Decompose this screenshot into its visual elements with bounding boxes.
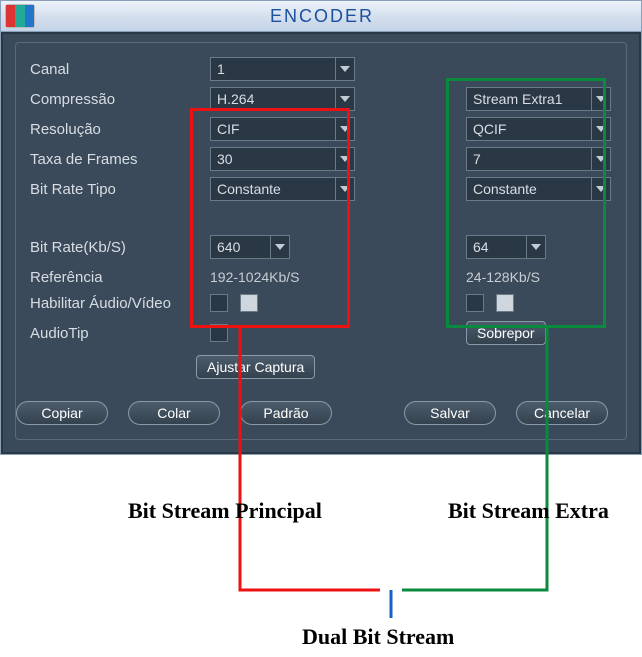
annot-extra: Bit Stream Extra	[448, 498, 609, 524]
chk-video-main[interactable]	[210, 294, 228, 312]
annot-dual: Dual Bit Stream	[302, 624, 454, 650]
select-fps-main-value: 30	[217, 151, 233, 167]
ref-extra: 24-128Kb/S	[466, 269, 540, 285]
chevron-down-icon	[335, 58, 354, 80]
select-resolucao-extra[interactable]: QCIF	[466, 117, 611, 141]
select-fps-extra-value: 7	[473, 151, 481, 167]
chk-audiotip[interactable]	[210, 324, 228, 342]
select-bitrate-extra[interactable]: 64	[466, 235, 546, 259]
select-resolucao-extra-value: QCIF	[473, 121, 506, 137]
select-fps-main[interactable]: 30	[210, 147, 355, 171]
select-bitrate-main[interactable]: 640	[210, 235, 290, 259]
select-bitrate-extra-value: 64	[473, 239, 489, 255]
select-brtype-main-value: Constante	[217, 181, 281, 197]
chevron-down-icon	[591, 178, 610, 200]
select-canal[interactable]: 1	[210, 57, 355, 81]
chk-audio-main[interactable]	[240, 294, 258, 312]
select-compressao[interactable]: H.264	[210, 87, 355, 111]
chevron-down-icon	[526, 236, 545, 258]
ref-main: 192-1024Kb/S	[210, 269, 300, 285]
chevron-down-icon	[270, 236, 289, 258]
btn-cancelar[interactable]: Cancelar	[516, 401, 608, 425]
btn-padrao[interactable]: Padrão	[240, 401, 332, 425]
chevron-down-icon	[335, 148, 354, 170]
select-bitrate-main-value: 640	[217, 239, 240, 255]
label-audiotip: AudioTip	[30, 325, 89, 342]
select-compressao-value: H.264	[217, 91, 254, 107]
label-bitrate-tipo: Bit Rate Tipo	[30, 181, 116, 198]
label-hab-av: Habilitar Áudio/Vídeo	[30, 295, 171, 312]
select-resolucao-main-value: CIF	[217, 121, 240, 137]
btn-sobrepor[interactable]: Sobrepor	[466, 321, 546, 345]
app-icon	[5, 4, 35, 28]
titlebar: ENCODER	[1, 1, 641, 32]
label-compressao: Compressão	[30, 91, 115, 108]
form-area: Canal 1 Compressão H.264 Stream Extra1	[15, 42, 627, 440]
select-brtype-extra[interactable]: Constante	[466, 177, 611, 201]
encoder-window: ENCODER Canal 1 Compressão H.264	[0, 0, 642, 455]
select-canal-value: 1	[217, 61, 225, 77]
chevron-down-icon	[335, 178, 354, 200]
label-canal: Canal	[30, 61, 69, 78]
chevron-down-icon	[591, 118, 610, 140]
window-title: ENCODER	[35, 6, 609, 27]
chevron-down-icon	[591, 148, 610, 170]
chevron-down-icon	[335, 88, 354, 110]
chevron-down-icon	[591, 88, 610, 110]
chk-video-extra[interactable]	[466, 294, 484, 312]
chk-audio-extra[interactable]	[496, 294, 514, 312]
btn-colar[interactable]: Colar	[128, 401, 220, 425]
chevron-down-icon	[335, 118, 354, 140]
select-brtype-extra-value: Constante	[473, 181, 537, 197]
label-resolucao: Resolução	[30, 121, 101, 138]
annot-principal: Bit Stream Principal	[128, 498, 322, 524]
label-referencia: Referência	[30, 269, 103, 286]
btn-ajustar-captura[interactable]: Ajustar Captura	[196, 355, 315, 379]
select-stream-extra-value: Stream Extra1	[473, 91, 562, 107]
select-fps-extra[interactable]: 7	[466, 147, 611, 171]
btn-salvar[interactable]: Salvar	[404, 401, 496, 425]
label-bitrate: Bit Rate(Kb/S)	[30, 239, 126, 256]
select-brtype-main[interactable]: Constante	[210, 177, 355, 201]
select-resolucao-main[interactable]: CIF	[210, 117, 355, 141]
btn-copiar[interactable]: Copiar	[16, 401, 108, 425]
select-stream-extra[interactable]: Stream Extra1	[466, 87, 611, 111]
label-taxa-frames: Taxa de Frames	[30, 151, 138, 168]
encoder-panel: Canal 1 Compressão H.264 Stream Extra1	[1, 32, 641, 454]
